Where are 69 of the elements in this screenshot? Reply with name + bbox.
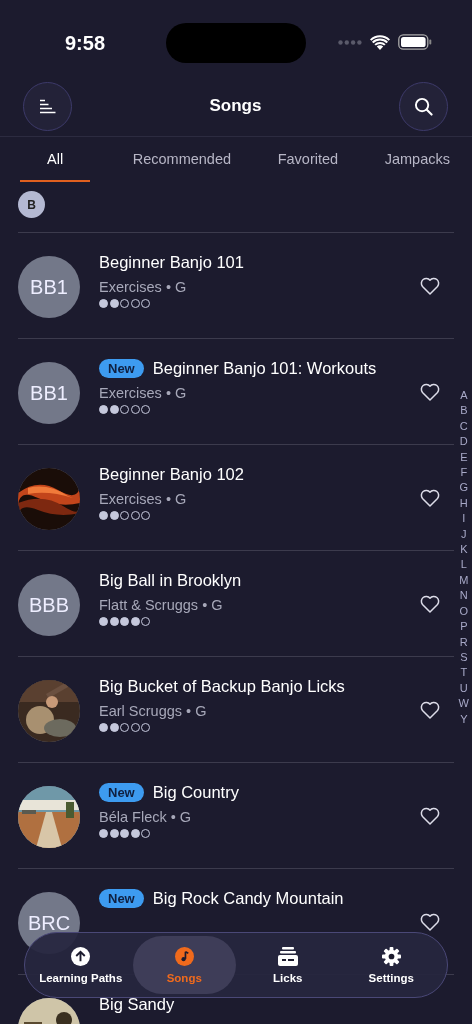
- favorite-button[interactable]: [420, 701, 440, 719]
- favorite-button[interactable]: [420, 595, 440, 613]
- screen-title: Songs: [209, 96, 262, 116]
- favorite-button[interactable]: [420, 277, 440, 295]
- initials-avatar: BBB: [18, 574, 80, 636]
- index-letter[interactable]: L: [460, 557, 467, 573]
- song-title[interactable]: Big Country: [152, 782, 239, 802]
- song-subtitle: Flatt & Scruggs • G: [99, 597, 224, 613]
- song-title[interactable]: Big Rock Candy Mountain: [152, 888, 344, 908]
- new-badge: New: [99, 782, 144, 802]
- song-subtitle: Earl Scruggs • G: [99, 703, 208, 719]
- index-letter[interactable]: M: [459, 572, 469, 589]
- song-subtitle: Béla Fleck • G: [99, 809, 193, 825]
- new-badge: New: [99, 358, 144, 378]
- song-title[interactable]: Beginner Banjo 101: Workouts: [152, 358, 377, 378]
- search-icon: [414, 96, 433, 116]
- index-letter[interactable]: G: [459, 480, 469, 496]
- nav-tab[interactable]: Licks: [236, 936, 340, 994]
- song-subtitle: Exercises • G: [99, 385, 188, 401]
- index-letter[interactable]: R: [459, 634, 468, 650]
- index-letter[interactable]: A: [460, 388, 468, 404]
- favorite-button[interactable]: [420, 383, 440, 401]
- wifi-icon: [370, 34, 390, 50]
- signal-icon: [338, 39, 362, 45]
- index-letter[interactable]: K: [460, 542, 468, 558]
- index-letter[interactable]: E: [460, 449, 468, 466]
- search-button[interactable]: [399, 81, 448, 131]
- favorite-button[interactable]: [420, 489, 440, 507]
- settings-icon: [381, 946, 401, 966]
- nav-tab[interactable]: Settings: [339, 936, 443, 994]
- filter-tab[interactable]: All: [20, 137, 91, 182]
- index-letter[interactable]: S: [460, 649, 468, 666]
- index-letter[interactable]: U: [459, 680, 468, 697]
- song-title[interactable]: Big Bucket of Backup Banjo Licks: [99, 676, 345, 696]
- sort-icon: [38, 98, 57, 114]
- arrow-up-icon: [71, 946, 91, 966]
- index-letter[interactable]: J: [461, 526, 467, 543]
- index-letter[interactable]: W: [458, 696, 469, 712]
- index-letter[interactable]: D: [459, 434, 468, 450]
- index-letter[interactable]: F: [460, 465, 468, 481]
- song-title[interactable]: Beginner Banjo 102: [99, 464, 244, 484]
- battery-icon: [398, 34, 432, 50]
- index-letter[interactable]: T: [460, 665, 468, 681]
- index-letter[interactable]: B: [460, 403, 468, 419]
- filter-tab[interactable]: Favorited: [273, 137, 343, 182]
- initials-avatar: BB1: [18, 362, 80, 424]
- filter-tab[interactable]: Jampacks: [380, 137, 454, 182]
- favorite-button[interactable]: [420, 913, 440, 931]
- status-time: 9:58: [65, 31, 106, 55]
- index-letter[interactable]: Y: [460, 711, 468, 727]
- song-title[interactable]: Big Ball in Brooklyn: [99, 570, 242, 590]
- stack-icon: [277, 946, 298, 966]
- index-letter[interactable]: N: [459, 588, 468, 604]
- index-letter[interactable]: H: [459, 495, 468, 512]
- song-subtitle: Exercises • G: [99, 491, 188, 507]
- initials-avatar: BB1: [18, 256, 80, 318]
- song-title[interactable]: Beginner Banjo 101: [99, 252, 244, 272]
- song-subtitle: Exercises • G: [99, 279, 188, 295]
- sort-button[interactable]: [23, 81, 72, 131]
- index-letter[interactable]: I: [462, 511, 466, 527]
- index-letter[interactable]: C: [459, 418, 468, 435]
- new-badge: New: [99, 888, 144, 908]
- index-letter[interactable]: P: [460, 619, 468, 635]
- filter-tab[interactable]: Recommended: [128, 137, 236, 182]
- favorite-button[interactable]: [420, 807, 440, 825]
- section-letter: B: [18, 191, 45, 218]
- index-letter[interactable]: O: [459, 603, 469, 620]
- song-title[interactable]: Big Sandy: [99, 994, 175, 1014]
- music-note-icon: [174, 946, 194, 966]
